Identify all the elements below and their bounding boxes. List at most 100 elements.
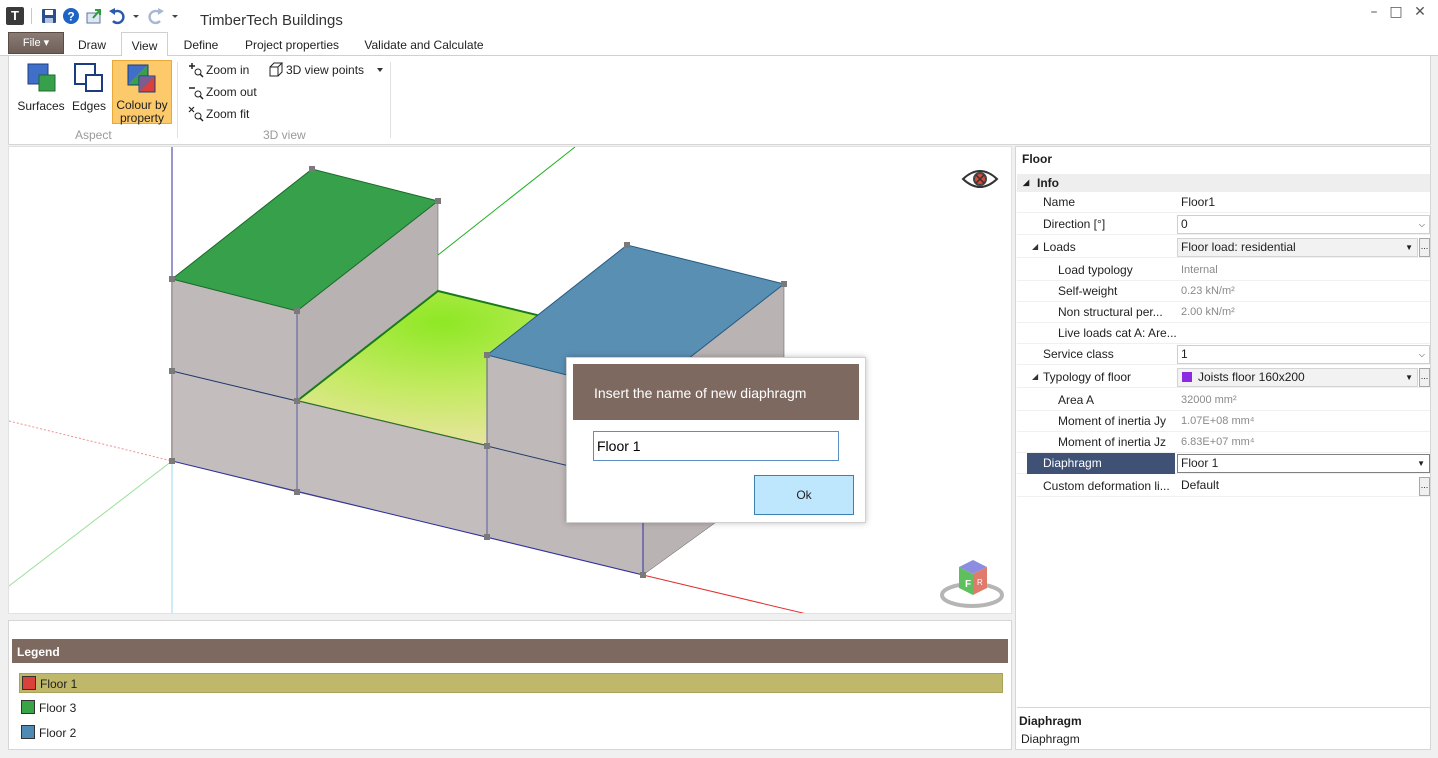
category-info[interactable]: ◢ Info bbox=[1017, 174, 1430, 192]
property-row-self-weight: Self-weight 0.23 kN/m² bbox=[1017, 281, 1430, 302]
loads-ellipsis-button[interactable]: ... bbox=[1419, 238, 1430, 257]
diaphragm-value: Floor 1 bbox=[1181, 456, 1219, 470]
colour-by-property-label-2: property bbox=[119, 111, 165, 125]
property-label: Service class bbox=[1043, 347, 1114, 361]
property-row-name: Name Floor1 bbox=[1017, 192, 1430, 213]
file-menu-button[interactable]: File ▾ bbox=[8, 32, 64, 54]
zoom-fit-icon bbox=[188, 106, 204, 122]
tab-project-properties[interactable]: Project properties bbox=[236, 32, 348, 57]
direction-value: 0 bbox=[1181, 217, 1188, 231]
surfaces-label: Surfaces bbox=[17, 99, 65, 113]
chevron-down-icon: ▼ bbox=[1417, 459, 1425, 468]
area-value: 32000 mm² bbox=[1181, 394, 1237, 406]
property-row-inertia-y: Moment of inertia Jy 1.07E+08 mm⁴ bbox=[1017, 411, 1430, 432]
save-icon[interactable] bbox=[40, 7, 58, 25]
non-structural-value: 2.00 kN/m² bbox=[1181, 306, 1235, 318]
legend-item-label: Floor 2 bbox=[39, 726, 77, 740]
typology-value: Joists floor 160x200 bbox=[1198, 370, 1305, 384]
legend-item-floor-1[interactable]: Floor 1 bbox=[19, 673, 1003, 693]
property-row-direction: Direction [°] 0 ⌵ bbox=[1017, 214, 1430, 235]
property-label: Direction [°] bbox=[1043, 217, 1106, 231]
property-row-diaphragm: Diaphragm Floor 1 ▼ bbox=[1017, 453, 1430, 474]
color-swatch bbox=[21, 700, 35, 714]
name-value[interactable]: Floor1 bbox=[1177, 192, 1430, 213]
y-axis-negative bbox=[9, 460, 173, 587]
property-row-service-class: Service class 1 ⌵ bbox=[1017, 344, 1430, 365]
undo-dropdown-icon[interactable] bbox=[131, 7, 141, 25]
legend-item-floor-3[interactable]: Floor 3 bbox=[19, 698, 1003, 718]
inertia-z-value: 6.83E+07 mm⁴ bbox=[1181, 436, 1255, 448]
chevron-down-icon: ▼ bbox=[1405, 243, 1413, 252]
property-label: Loads bbox=[1043, 240, 1076, 254]
navigation-cube-icon[interactable]: F R bbox=[939, 555, 1005, 611]
loads-select[interactable]: Floor load: residential ▼ bbox=[1177, 238, 1418, 257]
custom-deformation-ellipsis-button[interactable]: ... bbox=[1419, 477, 1430, 496]
property-row-live-loads: Live loads cat A: Are... bbox=[1017, 323, 1430, 344]
export-icon[interactable] bbox=[85, 7, 103, 25]
x-axis bbox=[642, 574, 805, 613]
property-row-area: Area A 32000 mm² bbox=[1017, 390, 1430, 411]
zoom-out-label: Zoom out bbox=[206, 85, 257, 99]
property-row-load-typology: Load typology Internal bbox=[1017, 260, 1430, 281]
undo-icon[interactable] bbox=[108, 7, 126, 25]
zoom-in-label: Zoom in bbox=[206, 63, 250, 77]
custom-deformation-value[interactable]: Default bbox=[1177, 476, 1430, 497]
minimize-button[interactable]: – bbox=[1364, 5, 1384, 20]
3d-view-points-button[interactable]: 3D view points bbox=[268, 61, 386, 79]
maximize-button[interactable]: □ bbox=[1386, 5, 1406, 20]
app-icon[interactable]: T bbox=[6, 7, 24, 25]
visibility-eye-icon[interactable] bbox=[961, 167, 999, 191]
zoom-out-icon bbox=[189, 87, 204, 100]
property-label: Custom deformation li... bbox=[1043, 479, 1170, 493]
edges-button[interactable]: Edges bbox=[68, 60, 110, 122]
surfaces-icon bbox=[27, 63, 56, 92]
colour-by-property-button[interactable]: Colour by property bbox=[112, 60, 172, 125]
ribbon-panel: Surfaces Edges Colour by property Aspect… bbox=[8, 56, 1431, 145]
property-label: Diaphragm bbox=[1027, 453, 1175, 474]
new-diaphragm-dialog: Insert the name of new diaphragm Ok bbox=[566, 357, 866, 523]
legend-item-floor-2[interactable]: Floor 2 bbox=[19, 723, 1003, 743]
properties-title: Floor bbox=[1022, 152, 1052, 166]
redo-icon[interactable] bbox=[147, 7, 165, 25]
zoom-fit-button[interactable]: Zoom fit bbox=[188, 105, 258, 123]
surfaces-button[interactable]: Surfaces bbox=[16, 60, 66, 122]
tab-view[interactable]: View bbox=[121, 32, 168, 57]
property-label: Typology of floor bbox=[1043, 370, 1132, 384]
property-label: Moment of inertia Jz bbox=[1058, 435, 1167, 449]
redo-dropdown-icon[interactable] bbox=[170, 7, 180, 25]
tab-define[interactable]: Define bbox=[176, 32, 226, 57]
colour-by-property-icon bbox=[127, 64, 156, 93]
legend-item-label: Floor 3 bbox=[39, 701, 77, 715]
ok-button[interactable]: Ok bbox=[754, 475, 854, 515]
svg-text:F: F bbox=[965, 579, 971, 590]
description-text: Diaphragm bbox=[1021, 732, 1080, 746]
direction-select[interactable]: 0 ⌵ bbox=[1177, 215, 1430, 234]
property-row-loads: ◢ Loads Floor load: residential ▼ ... bbox=[1017, 237, 1430, 258]
tab-validate-and-calculate[interactable]: Validate and Calculate bbox=[358, 32, 490, 57]
category-label: Info bbox=[1037, 176, 1059, 190]
y-axis bbox=[437, 147, 576, 256]
color-swatch bbox=[22, 676, 36, 690]
help-icon[interactable]: ? bbox=[62, 7, 80, 25]
chevron-down-icon: ▼ bbox=[1405, 373, 1413, 382]
typology-ellipsis-button[interactable]: ... bbox=[1419, 368, 1430, 387]
typology-select[interactable]: Joists floor 160x200 ▼ bbox=[1177, 368, 1418, 387]
chevron-down-icon bbox=[377, 68, 383, 72]
property-label: Live loads cat A: Are... bbox=[1058, 326, 1177, 340]
properties-panel: Floor ◢ Info Name Floor1 Direction [°] 0… bbox=[1015, 146, 1431, 750]
quick-access-separator bbox=[31, 8, 32, 24]
3d-view-group-label: 3D view bbox=[263, 128, 306, 142]
diaphragm-select[interactable]: Floor 1 ▼ bbox=[1177, 454, 1430, 473]
chevron-down-icon: ⌵ bbox=[1418, 350, 1425, 359]
property-row-typology: ◢ Typology of floor Joists floor 160x200… bbox=[1017, 367, 1430, 388]
zoom-out-button[interactable]: Zoom out bbox=[188, 83, 268, 101]
zoom-in-button[interactable]: Zoom in bbox=[188, 61, 258, 79]
close-button[interactable]: ✕ bbox=[1410, 5, 1430, 20]
service-class-select[interactable]: 1 ⌵ bbox=[1177, 345, 1430, 364]
diaphragm-name-input[interactable] bbox=[593, 431, 839, 461]
zoom-fit-label: Zoom fit bbox=[206, 107, 250, 121]
svg-text:?: ? bbox=[67, 10, 74, 24]
tab-draw[interactable]: Draw bbox=[70, 32, 114, 57]
inertia-y-value: 1.07E+08 mm⁴ bbox=[1181, 415, 1255, 427]
collapse-triangle-icon[interactable]: ◢ bbox=[1023, 174, 1029, 192]
